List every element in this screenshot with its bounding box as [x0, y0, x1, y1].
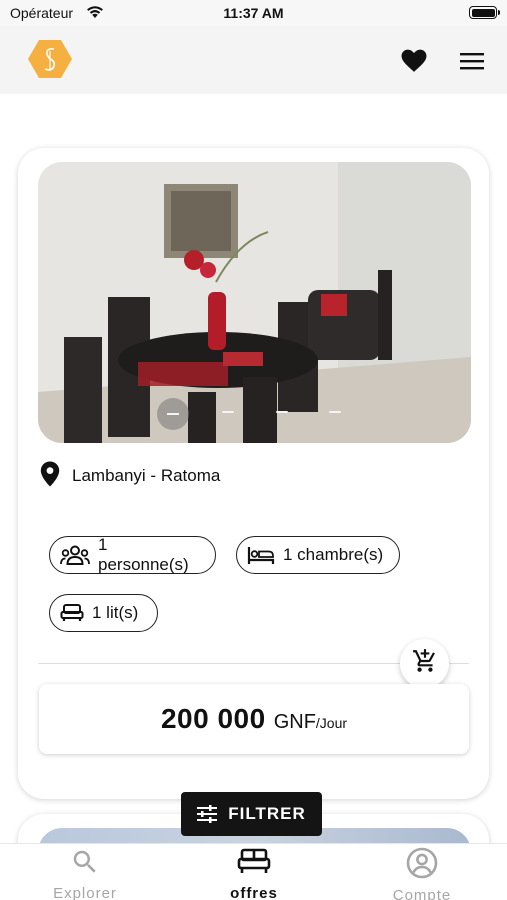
beds-label: 1 lit(s): [92, 603, 139, 622]
tab-compte-label: Compte: [392, 887, 452, 900]
tab-explorer[interactable]: Explorer: [20, 847, 150, 900]
status-bar: Opérateur 11:37 AM: [0, 0, 507, 26]
rooms-label: 1 chambre(s): [283, 545, 384, 564]
search-icon: [70, 847, 100, 882]
bed-frame-icon: [247, 545, 275, 565]
tab-offres-label: offres: [230, 885, 278, 900]
price-box: 200 000 GNF /Jour: [39, 684, 469, 754]
price-unit: /Jour: [315, 715, 348, 731]
carousel-dot-active[interactable]: [157, 398, 189, 430]
battery-icon: [469, 6, 500, 19]
rooms-chip: 1 chambre(s): [236, 536, 400, 574]
tune-icon: [197, 805, 218, 823]
tab-explorer-label: Explorer: [53, 885, 117, 900]
listing-photo-carousel[interactable]: [38, 162, 471, 443]
add-to-cart-button[interactable]: [400, 639, 449, 688]
hamburger-menu-icon[interactable]: [458, 48, 486, 74]
filter-label: FILTRER: [228, 804, 306, 823]
group-icon: [60, 545, 90, 565]
location-label: Lambanyi - Ratoma: [72, 466, 221, 485]
tab-offres[interactable]: offres: [189, 847, 319, 900]
filter-button[interactable]: FILTRER: [181, 792, 322, 836]
sofa-bed-icon: [60, 603, 84, 623]
add-shopping-cart-icon: [412, 648, 438, 679]
carousel-dot[interactable]: [276, 411, 288, 413]
location-pin-icon: [40, 461, 60, 492]
listing-location: Lambanyi - Ratoma: [40, 461, 221, 492]
persons-chip: 1 personne(s): [49, 535, 216, 574]
price-currency: GNF: [273, 711, 316, 733]
app-screen: Opérateur 11:37 AM Lambanyi - Ratoma 1 p…: [0, 0, 507, 900]
beds-chip: 1 lit(s): [49, 594, 158, 632]
carousel-dot[interactable]: [329, 411, 341, 413]
carousel-dot[interactable]: [222, 411, 234, 413]
bottom-tab-bar: Explorer offres Compte: [0, 843, 507, 900]
heart-icon[interactable]: [400, 48, 428, 74]
brand-logo[interactable]: [28, 39, 72, 84]
account-circle-icon: [406, 847, 438, 884]
app-header: [0, 26, 507, 94]
price-amount: 200 000: [160, 703, 266, 734]
persons-label: 1 personne(s): [98, 535, 189, 574]
carousel-indicators: [38, 398, 471, 430]
tab-compte[interactable]: Compte: [357, 847, 487, 900]
listing-card[interactable]: Lambanyi - Ratoma 1 personne(s) 1 chambr…: [18, 148, 489, 799]
bed-icon: [237, 847, 271, 882]
status-time: 11:37 AM: [223, 5, 284, 21]
